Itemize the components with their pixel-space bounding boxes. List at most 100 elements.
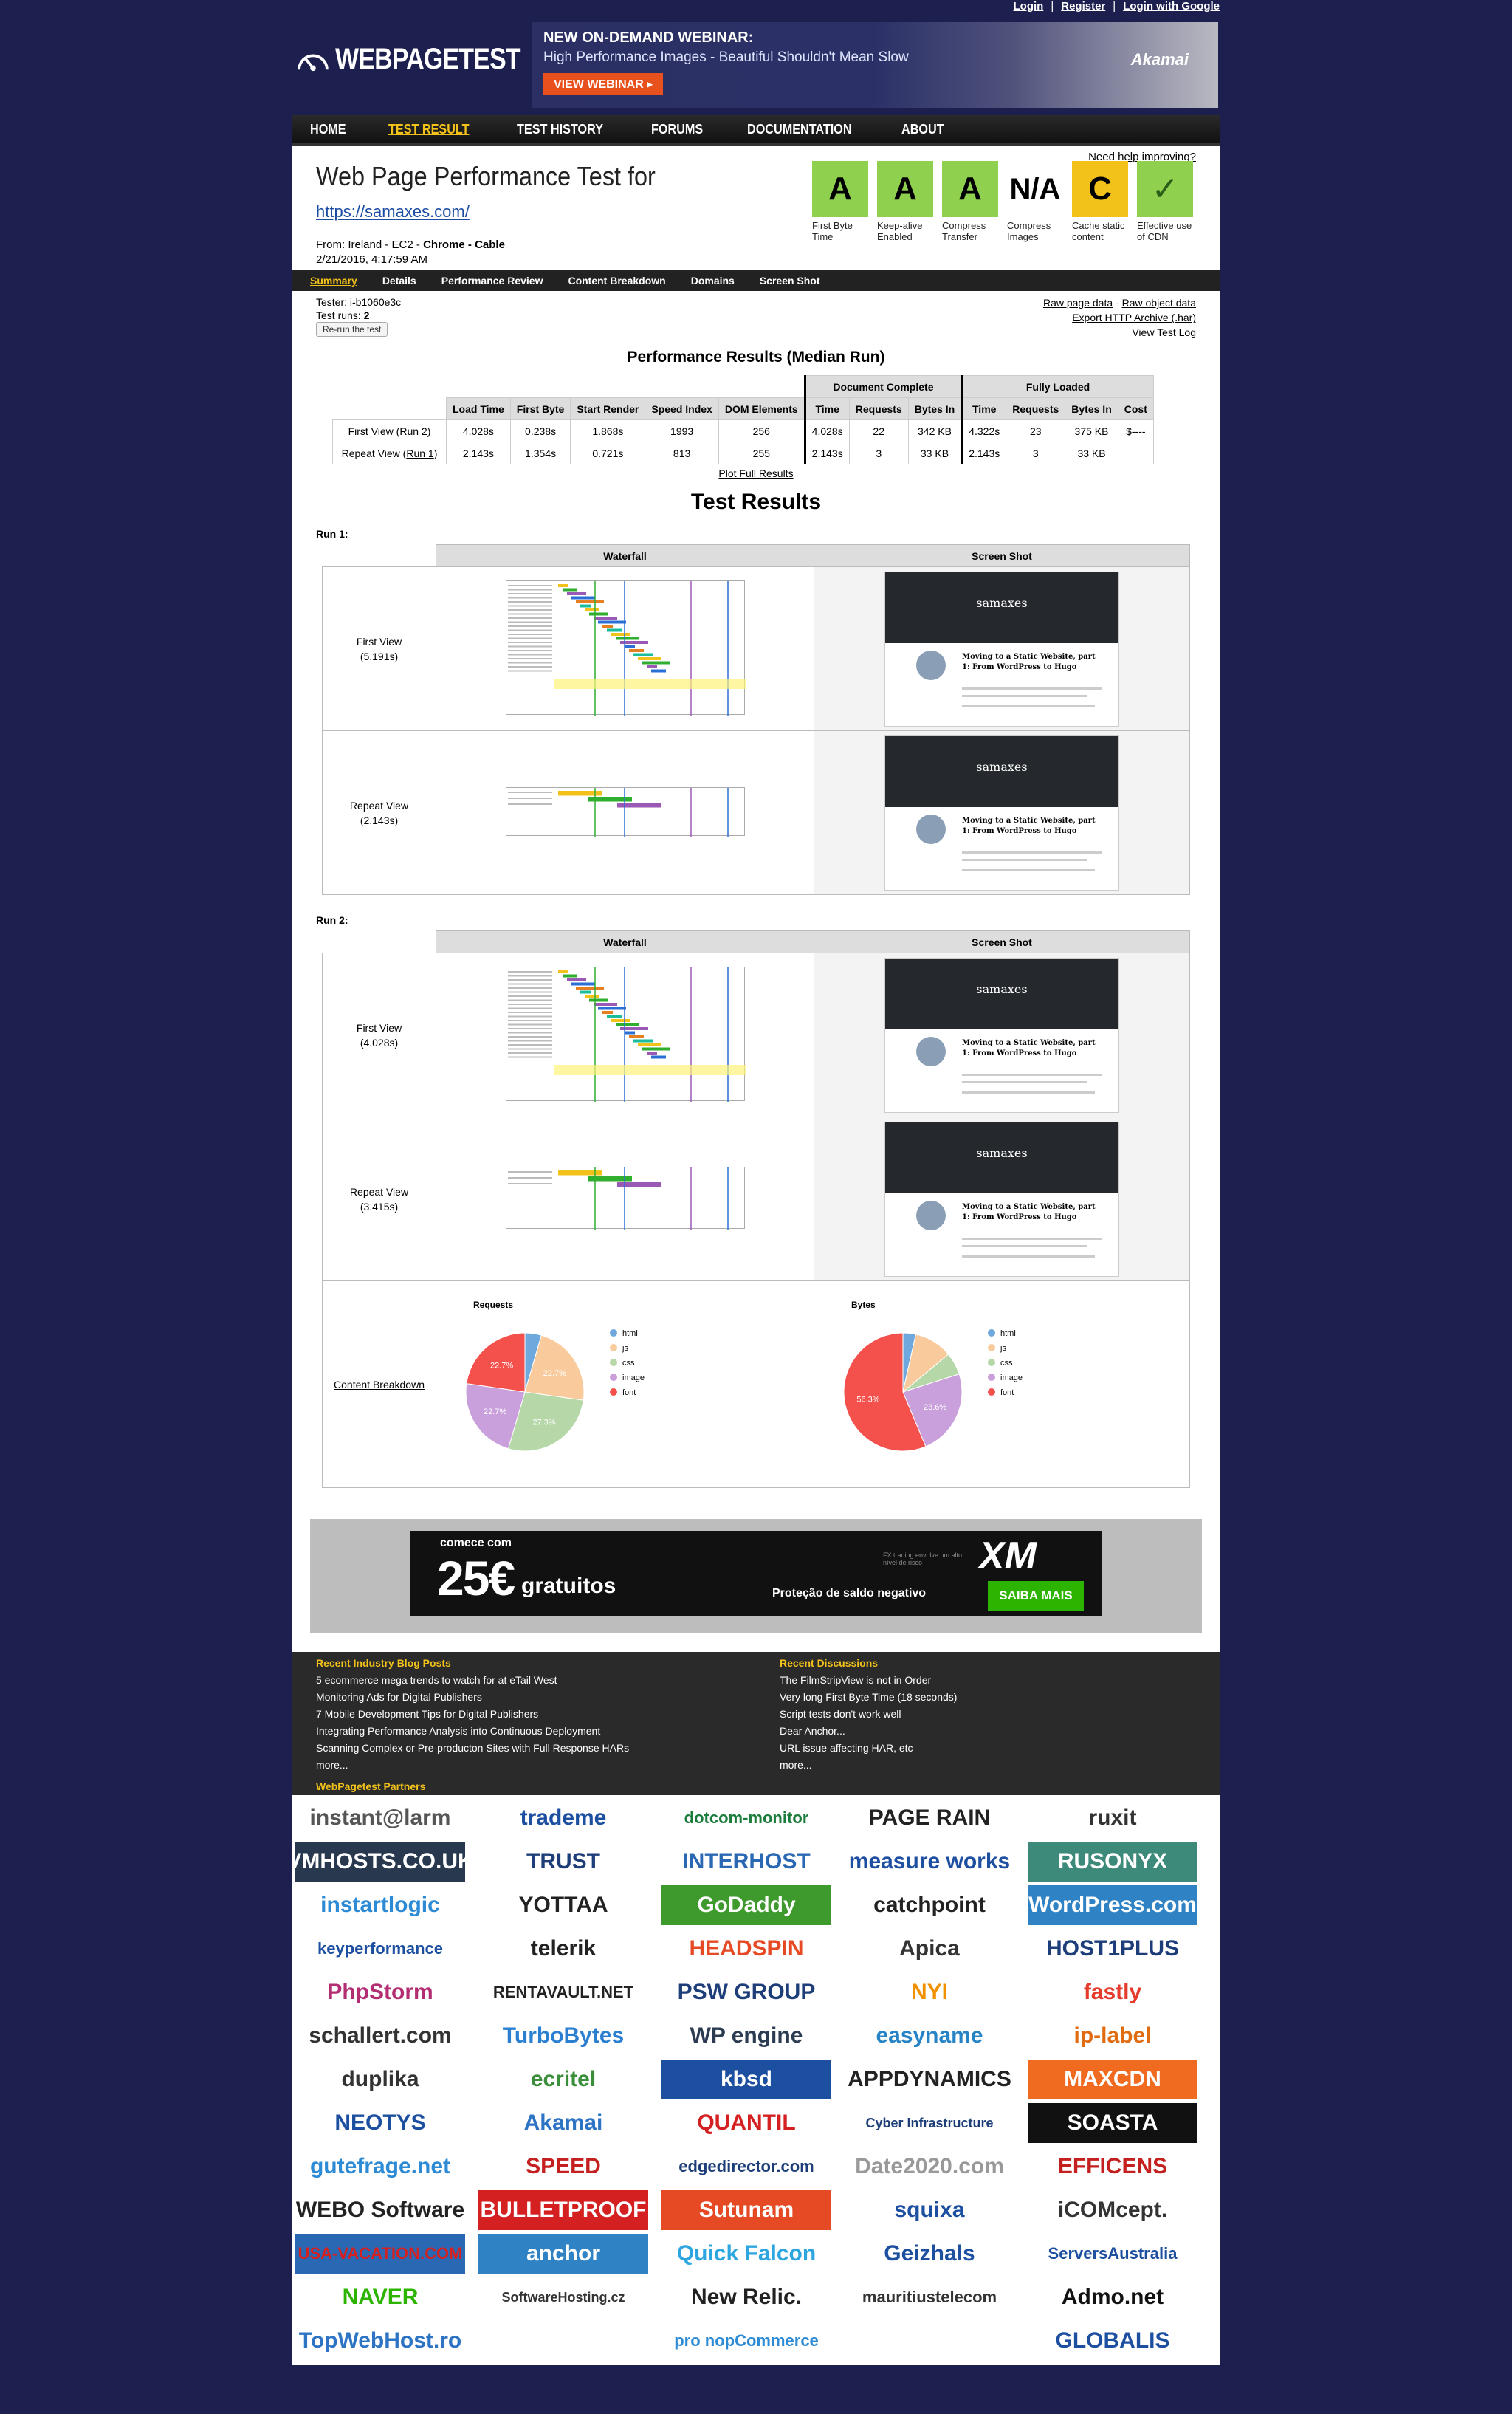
partner-logo[interactable]: ip-label <box>1028 2016 1197 2056</box>
register-link[interactable]: Register <box>1061 0 1105 16</box>
blog-link[interactable]: 5 ecommerce mega trends to watch for at … <box>316 1672 629 1689</box>
partner-logo[interactable]: YOTTAA <box>478 1885 648 1925</box>
grade-compress-images[interactable]: N/A Compress Images <box>1007 161 1063 242</box>
partner-logo[interactable]: New Relic. <box>662 2277 831 2317</box>
partner-logo[interactable]: fastly <box>1028 1972 1197 2012</box>
site-logo[interactable]: WEBPAGETEST <box>295 43 553 76</box>
view-test-log-link[interactable]: View Test Log <box>1132 326 1196 338</box>
partner-logo[interactable]: edgedirector.com <box>662 2147 831 2187</box>
tab-screen-shot[interactable]: Screen Shot <box>760 275 820 287</box>
login-google-link[interactable]: Login with Google <box>1123 0 1220 16</box>
screenshot-thumbnail[interactable]: samaxes Moving to a Static Website, part … <box>884 957 1119 1113</box>
partner-logo[interactable]: ruxit <box>1028 1798 1197 1838</box>
partner-logo[interactable]: trademe <box>478 1798 648 1838</box>
webinar-banner[interactable]: NEW ON-DEMAND WEBINAR: High Performance … <box>532 22 1218 108</box>
partner-logo[interactable]: VMHOSTS.CO.UK <box>295 1842 465 1882</box>
partner-logo[interactable]: WEBO Software <box>295 2190 465 2230</box>
tab-details[interactable]: Details <box>382 275 416 287</box>
nav-documentation[interactable]: DOCUMENTATION <box>747 122 852 137</box>
discussion-link[interactable]: Very long First Byte Time (18 seconds) <box>780 1689 957 1706</box>
partner-logo[interactable]: schallert.com <box>295 2016 465 2056</box>
partner-logo[interactable]: RENTAVAULT.NET <box>478 1972 648 2012</box>
partner-logo[interactable]: ServersAustralia <box>1028 2234 1197 2274</box>
partner-logo[interactable]: NAVER <box>295 2277 465 2317</box>
partner-logo[interactable]: iCOMcept. <box>1028 2190 1197 2230</box>
partner-logo[interactable]: Sutunam <box>662 2190 831 2230</box>
partner-logo[interactable]: HOST1PLUS <box>1028 1929 1197 1969</box>
run-link[interactable]: Run 1 <box>406 448 433 459</box>
partner-logo[interactable]: EFFICENS <box>1028 2147 1197 2187</box>
nav-forums[interactable]: FORUMS <box>651 122 703 137</box>
partner-logo[interactable]: mauritiustelecom <box>845 2277 1014 2317</box>
partner-logo[interactable]: Geizhals <box>845 2234 1014 2274</box>
partner-logo[interactable]: WP engine <box>662 2016 831 2056</box>
xm-ad[interactable]: comece com 25€ gratuitos FX trading envo… <box>410 1531 1102 1616</box>
discussion-link[interactable]: The FilmStripView is not in Order <box>780 1672 957 1689</box>
grade-cdn[interactable]: ✓ Effective use of CDN <box>1137 161 1193 242</box>
partner-logo[interactable]: NYI <box>845 1972 1014 2012</box>
cost-link[interactable]: $---- <box>1117 419 1154 442</box>
partner-logo[interactable]: MAXCDN <box>1028 2060 1197 2099</box>
partner-logo[interactable]: PSW GROUP <box>662 1972 831 2012</box>
saiba-mais-button[interactable]: SAIBA MAIS <box>988 1581 1084 1611</box>
screenshot-thumbnail[interactable]: samaxes Moving to a Static Website, part … <box>884 571 1119 727</box>
partner-logo[interactable]: telerik <box>478 1929 648 1969</box>
tab-summary[interactable]: Summary <box>310 275 357 287</box>
partner-logo[interactable]: SOASTA <box>1028 2103 1197 2143</box>
discussion-link[interactable]: Dear Anchor... <box>780 1723 957 1740</box>
partner-logo[interactable]: squixa <box>845 2190 1014 2230</box>
blog-more-link[interactable]: more... <box>316 1757 629 1774</box>
nav-home[interactable]: HOME <box>310 122 346 137</box>
partner-logo[interactable]: Admo.net <box>1028 2277 1197 2317</box>
partner-logo[interactable]: dotcom-monitor <box>662 1798 831 1838</box>
partner-logo[interactable]: TurboBytes <box>478 2016 648 2056</box>
raw-page-data-link[interactable]: Raw page data <box>1043 297 1113 309</box>
nav-test-history[interactable]: TEST HISTORY <box>517 122 603 137</box>
raw-object-data-link[interactable]: Raw object data <box>1122 297 1196 309</box>
view-webinar-button[interactable]: VIEW WEBINAR ▸ <box>543 73 664 95</box>
login-link[interactable]: Login <box>1014 0 1044 16</box>
blog-link[interactable]: Integrating Performance Analysis into Co… <box>316 1723 629 1740</box>
partner-logo[interactable]: USA-VACATION.COM <box>295 2234 465 2274</box>
waterfall-thumbnail[interactable] <box>505 966 746 1102</box>
waterfall-thumbnail[interactable] <box>505 580 746 716</box>
partner-logo[interactable]: SPEED <box>478 2147 648 2187</box>
partner-logo[interactable]: Akamai <box>478 2103 648 2143</box>
nav-test-result[interactable]: TEST RESULT <box>388 122 470 137</box>
screenshot-thumbnail[interactable]: samaxes Moving to a Static Website, part … <box>884 1121 1119 1277</box>
nav-about[interactable]: ABOUT <box>901 122 944 137</box>
partner-logo[interactable]: RUSONYX <box>1028 1842 1197 1882</box>
partner-logo[interactable]: GoDaddy <box>662 1885 831 1925</box>
tab-content-breakdown[interactable]: Content Breakdown <box>568 275 665 287</box>
partner-logo[interactable]: easyname <box>845 2016 1014 2056</box>
partner-logo[interactable]: Quick Falcon <box>662 2234 831 2274</box>
screenshot-thumbnail[interactable]: samaxes Moving to a Static Website, part … <box>884 735 1119 891</box>
export-har-link[interactable]: Export HTTP Archive (.har) <box>1072 312 1196 323</box>
partner-logo[interactable]: INTERHOST <box>662 1842 831 1882</box>
partner-logo[interactable]: Apica <box>845 1929 1014 1969</box>
partner-logo[interactable]: PhpStorm <box>295 1972 465 2012</box>
partner-logo[interactable]: WordPress.com <box>1028 1885 1197 1925</box>
partner-logo[interactable]: NEOTYS <box>295 2103 465 2143</box>
grade-first-byte[interactable]: A First Byte Time <box>812 161 868 242</box>
waterfall-thumbnail[interactable] <box>505 1166 745 1230</box>
partner-logo[interactable]: APPDYNAMICS <box>845 2060 1014 2099</box>
partner-logo[interactable]: Cyber Infrastructure <box>845 2103 1014 2143</box>
discussion-link[interactable]: Script tests don't work well <box>780 1706 957 1723</box>
partner-logo[interactable]: duplika <box>295 2060 465 2099</box>
partner-logo[interactable]: gutefrage.net <box>295 2147 465 2187</box>
blog-link[interactable]: Scanning Complex or Pre-producton Sites … <box>316 1740 629 1757</box>
grade-cache-static[interactable]: C Cache static content <box>1072 161 1128 242</box>
run-link[interactable]: Run 2 <box>399 425 427 437</box>
partner-logo[interactable]: instartlogic <box>295 1885 465 1925</box>
partner-logo[interactable]: GLOBALIS <box>1028 2321 1197 2361</box>
discussion-link[interactable]: URL issue affecting HAR, etc <box>780 1740 957 1757</box>
waterfall-thumbnail[interactable] <box>505 786 745 837</box>
partner-logo[interactable]: ecritel <box>478 2060 648 2099</box>
partner-logo[interactable]: instant@larm <box>295 1798 465 1838</box>
content-breakdown-link[interactable]: Content Breakdown <box>334 1379 425 1391</box>
col-header[interactable]: Speed Index <box>645 397 719 420</box>
grade-compress-transfer[interactable]: A Compress Transfer <box>942 161 998 242</box>
partner-logo[interactable]: HEADSPIN <box>662 1929 831 1969</box>
plot-full-results-link[interactable]: Plot Full Results <box>292 467 1220 479</box>
